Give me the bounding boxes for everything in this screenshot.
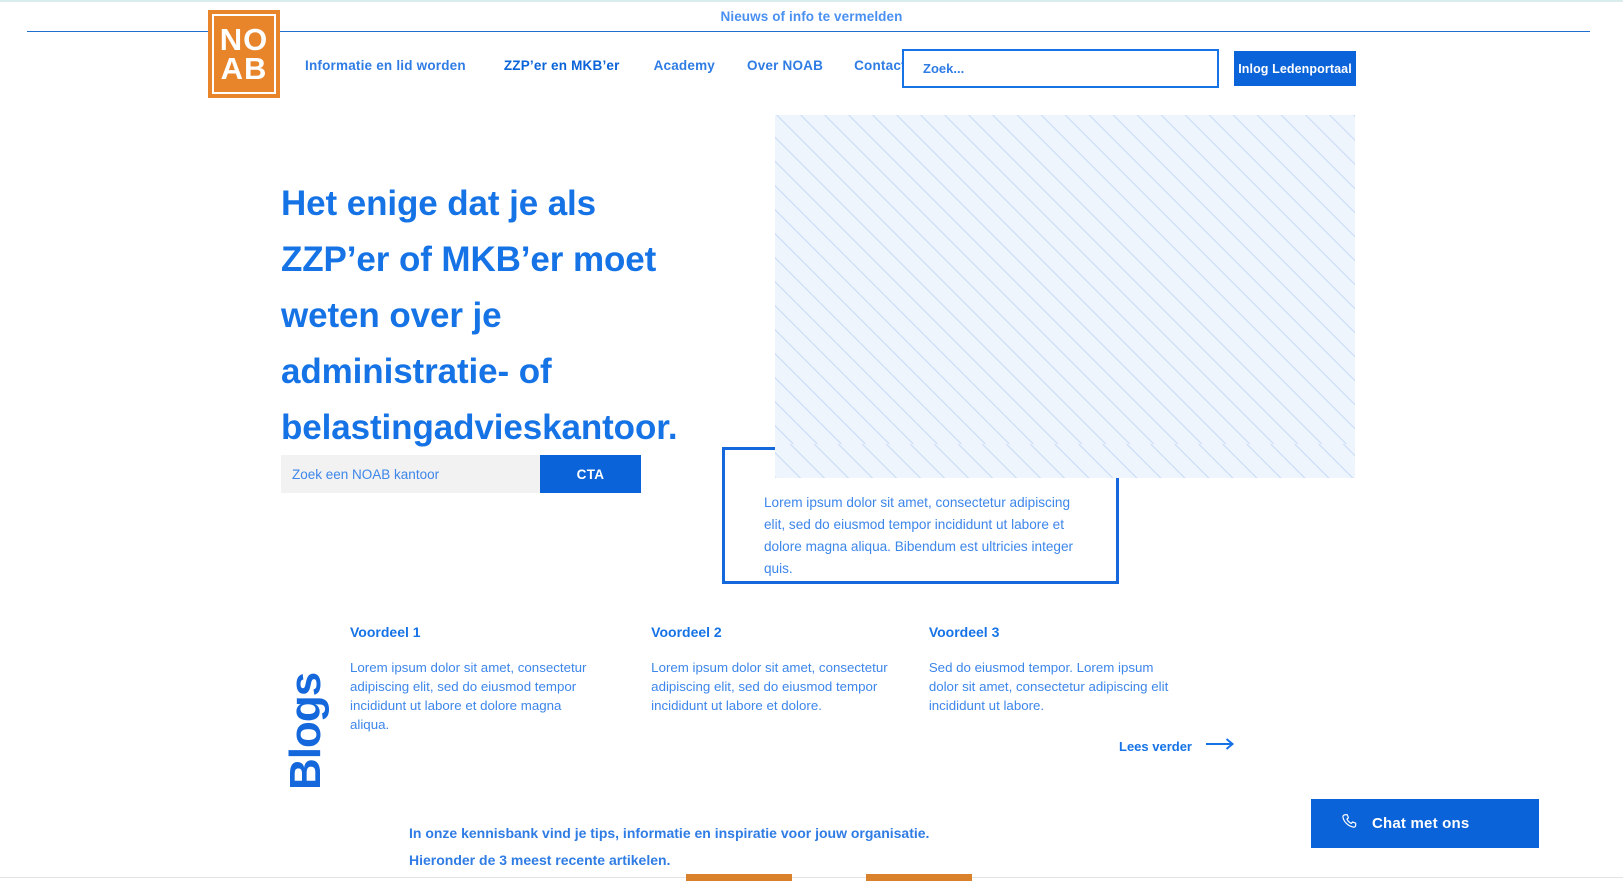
blogs-vertical-heading: Blogs	[281, 672, 330, 790]
blog-card-accent-2[interactable]	[866, 874, 972, 881]
benefit-title-2: Voordeel 2	[651, 624, 722, 640]
benefit-body-3: Sed do eiusmod tempor. Lorem ipsum dolor…	[928, 660, 1169, 713]
logo-line-1: NO	[219, 21, 269, 57]
login-ledenportaal-button[interactable]: Inlog Ledenportaal	[1234, 51, 1356, 86]
benefits-row: Voordeel 1 Lorem ipsum dolor sit amet, c…	[350, 624, 1230, 734]
nav-item-over-noab[interactable]: Over NOAB	[747, 58, 823, 73]
cards-strip-divider	[0, 877, 1623, 878]
chat-widget-button[interactable]: Chat met ons	[1311, 799, 1539, 848]
lees-verder-link[interactable]: Lees verder	[1119, 737, 1236, 755]
quote-text: Lorem ipsum dolor sit amet, consectetur …	[764, 495, 1074, 576]
logo-line-2: AB	[220, 51, 268, 86]
phone-icon	[1340, 812, 1359, 836]
nav-item-zzper-en-mkber[interactable]: ZZP’er en MKB’er	[504, 58, 620, 73]
benefit-body-2: Lorem ipsum dolor sit amet, consectetur …	[651, 660, 888, 713]
benefit-column-1: Voordeel 1 Lorem ipsum dolor sit amet, c…	[350, 624, 651, 734]
kantoor-search-input[interactable]	[281, 455, 540, 493]
nav-item-informatie-en-lid-worden[interactable]: Informatie en lid worden	[305, 58, 466, 73]
nav-item-academy[interactable]: Academy	[654, 58, 715, 73]
logo-inner-frame: NO AB	[212, 14, 276, 94]
cta-button[interactable]: CTA	[540, 455, 641, 493]
noab-logo[interactable]: NO AB	[208, 10, 280, 98]
benefit-body-1: Lorem ipsum dolor sit amet, consectetur …	[350, 660, 587, 732]
header-search-input[interactable]	[904, 51, 1217, 86]
page-root: Nieuws of info te vermelden NO AB Inform…	[0, 0, 1623, 881]
benefit-column-2: Voordeel 2 Lorem ipsum dolor sit amet, c…	[651, 624, 929, 734]
benefit-title-3: Voordeel 3	[928, 624, 1000, 640]
lees-verder-label: Lees verder	[1119, 738, 1192, 754]
blog-card-accent-1[interactable]	[686, 874, 792, 881]
benefit-title-1: Voordeel 1	[350, 624, 421, 640]
header-search-box[interactable]	[902, 49, 1219, 88]
nav-item-contact[interactable]: Contact	[854, 58, 906, 73]
blog-cards-strip	[0, 874, 1623, 881]
hero-image-placeholder	[775, 115, 1355, 475]
hero-image-overlap-strip	[775, 444, 1355, 478]
arrow-right-icon	[1206, 737, 1236, 755]
kantoor-search-group: CTA	[281, 455, 641, 493]
blogs-intro-text: In onze kennisbank vind je tips, informa…	[409, 825, 930, 868]
hero-title: Het enige dat je als ZZP’er of MKB’er mo…	[281, 184, 678, 447]
main-nav: Informatie en lid worden ZZP’er en MKB’e…	[305, 58, 906, 73]
benefit-column-3: Voordeel 3 Sed do eiusmod tempor. Lorem …	[929, 624, 1230, 734]
chat-widget-label: Chat met ons	[1372, 815, 1470, 832]
